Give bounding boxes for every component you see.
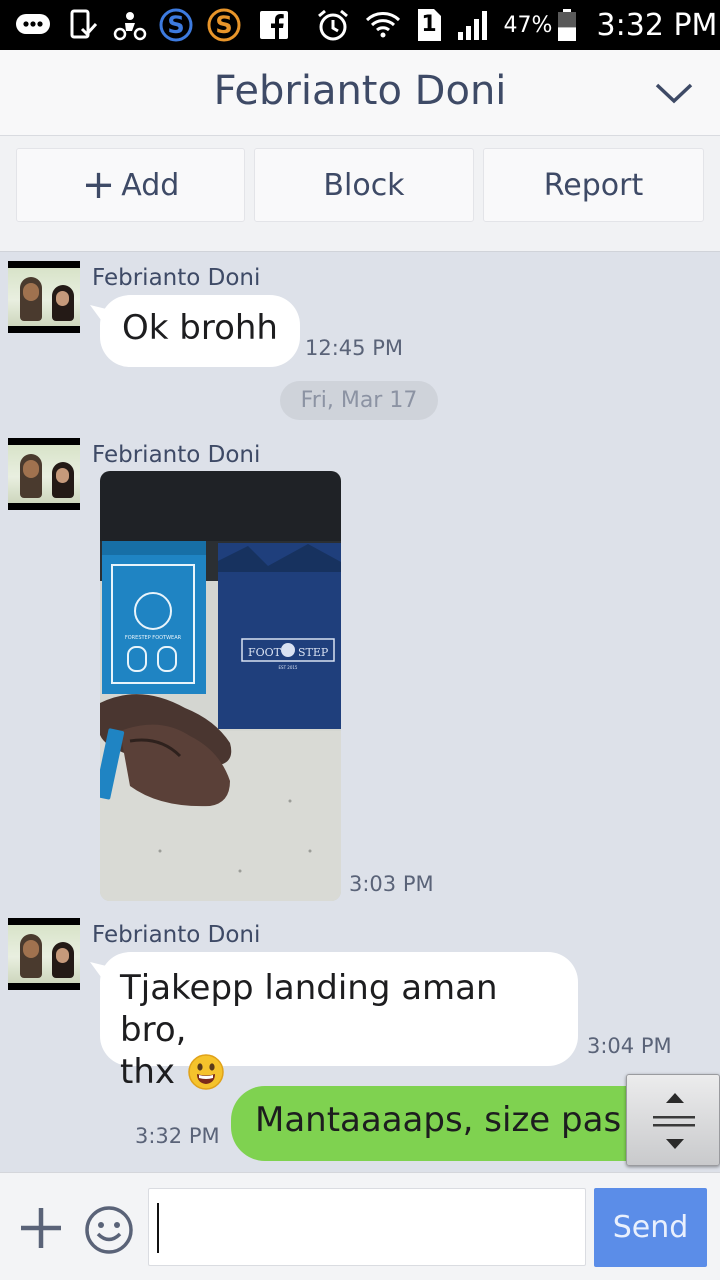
photo-message[interactable]: FORESTEP FOOTWEAR FOOT STEP EST 2015 [100,471,341,901]
message-time: 3:32 PM [135,1124,220,1148]
message-bubble[interactable]: Tjakepp landing aman bro, thx [100,952,578,1092]
wifi-icon [364,8,402,42]
scroll-arrows-icon [653,1093,695,1149]
sender-name: Febrianto Doni [92,265,261,291]
sender-name: Febrianto Doni [92,442,261,468]
text-cursor [157,1203,159,1253]
messenger-icon [14,8,52,42]
signal-icon [454,8,494,42]
bag-sub-text: EST 2015 [279,665,298,670]
message-text: Ok brohh [122,308,278,348]
block-button-label: Block [323,167,405,203]
message-time: 3:04 PM [587,1034,672,1058]
avatar[interactable] [8,261,80,333]
status-clock: 3:32 PM [596,7,718,43]
report-button-label: Report [543,167,644,203]
battery-icon [556,8,578,42]
chevron-down-icon[interactable] [654,78,694,108]
chat-header: Febrianto Doni [0,50,720,136]
box-brand-text: FORESTEP FOOTWEAR [125,635,182,641]
message-bubble[interactable]: Ok brohh [100,295,300,367]
svg-text:S: S [167,11,184,39]
battery-percent: 47% [503,12,553,38]
phone-check-icon [66,8,100,42]
status-bar: S S 1 47% 3:32 PM [0,0,720,50]
scroll-control-button[interactable] [626,1074,720,1166]
avatar[interactable] [8,918,80,990]
s-blue-icon: S [158,8,194,42]
avatar[interactable] [8,438,80,510]
sim-label: 1 [421,12,437,37]
page-title: Febrianto Doni [213,68,507,114]
message-text: Tjakepp landing aman bro, [120,968,498,1050]
message-list[interactable]: Febrianto Doni Ok brohh 12:45 PM Fri, Ma… [0,252,720,1172]
grinning-face-icon [187,1053,225,1091]
action-bar: + Add Block Report [0,136,720,252]
bag-right-text: STEP [298,646,329,659]
sim-1-icon: 1 [414,8,444,42]
s-orange-icon: S [206,8,242,42]
facebook-icon [258,8,290,42]
scooter-icon [112,8,148,42]
alarm-icon [314,8,352,42]
plus-icon[interactable] [18,1205,64,1251]
message-time: 12:45 PM [305,336,403,360]
add-button-label: Add [121,167,180,203]
block-button[interactable]: Block [254,148,474,222]
message-time: 3:03 PM [349,872,434,896]
message-text: Mantaaaaps, size pas sc [255,1100,669,1140]
plus-icon: + [81,162,116,208]
bag-left-text: FOOT [248,646,282,659]
add-friend-button[interactable]: + Add [16,148,245,222]
message-composer: Send [0,1172,720,1280]
date-separator: Fri, Mar 17 [280,381,438,420]
message-text-line2: thx [120,1052,176,1092]
send-button[interactable]: Send [594,1188,707,1267]
svg-text:S: S [215,11,232,39]
sender-name: Febrianto Doni [92,922,261,948]
report-button[interactable]: Report [483,148,704,222]
smiley-icon[interactable] [84,1205,134,1255]
message-input[interactable] [148,1188,586,1266]
